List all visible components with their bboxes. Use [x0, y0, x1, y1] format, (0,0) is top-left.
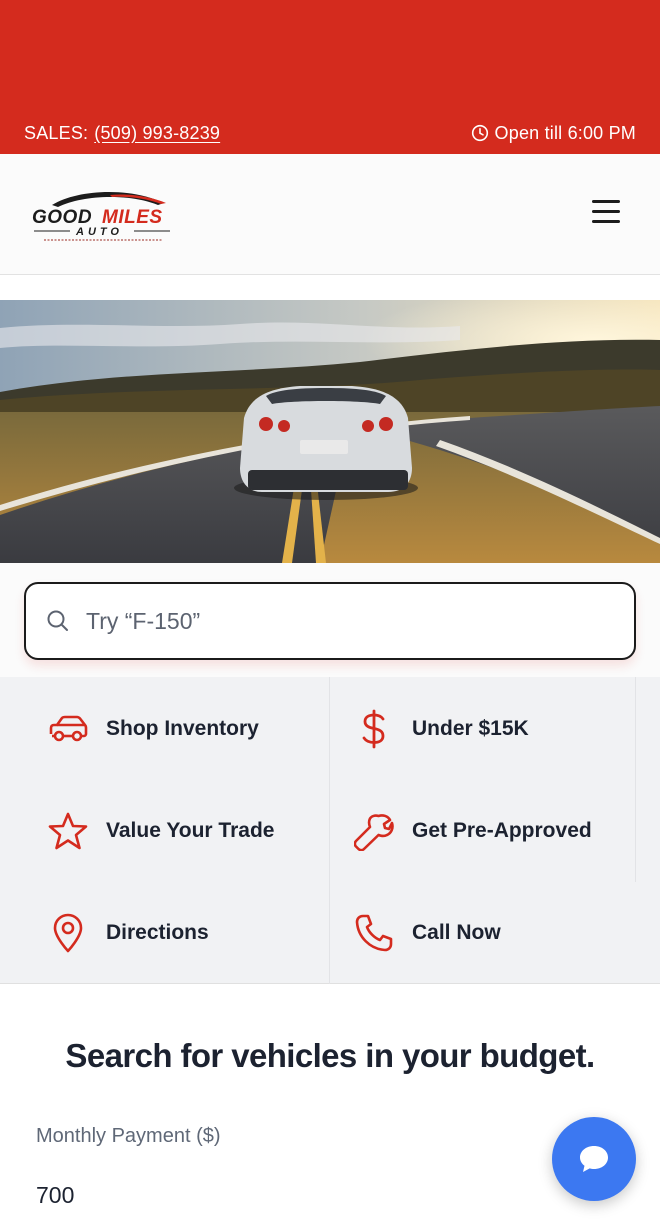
- hamburger-icon: [592, 200, 620, 203]
- phone-icon: [355, 914, 393, 952]
- budget-section-title: Search for vehicles in your budget.: [65, 1037, 595, 1074]
- clock-icon: [471, 124, 488, 142]
- quick-link-value-trade[interactable]: Value Your Trade: [46, 801, 274, 861]
- wrench-icon: [354, 814, 394, 851]
- quick-link-label: Value Your Trade: [106, 819, 275, 842]
- hamburger-icon-line: [592, 220, 620, 223]
- quick-link-directions[interactable]: Directions: [46, 903, 209, 963]
- chat-button[interactable]: [552, 1117, 636, 1201]
- sales-phone-link[interactable]: (509) 993-8239: [94, 123, 220, 144]
- sales-label: SALES:: [24, 122, 89, 143]
- quick-link-label: Get Pre-Approved: [412, 819, 592, 842]
- quick-link-label: Shop Inventory: [106, 717, 259, 740]
- grid-divider-right: [635, 677, 636, 882]
- dollar-icon: [362, 709, 385, 749]
- star-icon: [48, 812, 88, 850]
- quick-link-pre-approved[interactable]: Get Pre-Approved: [352, 801, 592, 861]
- store-hours: Open till 6:00 PM: [471, 123, 636, 144]
- hours-text: Open till 6:00 PM: [494, 122, 636, 143]
- top-bar-row: SALES: (509) 993-8239 Open till 6:00 PM: [24, 121, 636, 145]
- sales-contact: SALES: (509) 993-8239: [24, 123, 220, 144]
- hero-car-photo: [0, 300, 660, 563]
- quick-link-shop-inventory[interactable]: Shop Inventory: [46, 699, 259, 759]
- quick-link-label: Directions: [106, 921, 209, 944]
- search-input[interactable]: [86, 607, 566, 635]
- monthly-payment-label: Monthly Payment ($): [36, 1125, 221, 1147]
- search-box[interactable]: [24, 582, 636, 660]
- hamburger-icon-line: [592, 210, 620, 213]
- quick-link-label: Under $15K: [412, 717, 529, 740]
- grid-divider: [329, 677, 330, 984]
- map-pin-icon: [53, 913, 83, 953]
- svg-text:AUTO: AUTO: [75, 226, 123, 238]
- site-logo[interactable]: GOOD MILES AUTO: [30, 187, 180, 245]
- site-header: GOOD MILES AUTO: [0, 154, 660, 275]
- quick-link-label: Call Now: [412, 921, 501, 944]
- quick-link-under-15k[interactable]: Under $15K: [352, 699, 529, 759]
- svg-text:GOOD: GOOD: [32, 207, 92, 228]
- svg-text:MILES: MILES: [102, 207, 163, 228]
- top-bar: SALES: (509) 993-8239 Open till 6:00 PM: [0, 0, 660, 154]
- search-icon: [47, 610, 68, 631]
- search-section: [0, 563, 660, 677]
- hamburger-menu-button[interactable]: [592, 200, 622, 226]
- hero-image: [0, 300, 660, 563]
- quick-link-call-now[interactable]: Call Now: [352, 903, 501, 963]
- monthly-payment-input[interactable]: [36, 1182, 336, 1209]
- car-icon: [49, 715, 88, 742]
- quick-links-grid: Shop Inventory Under $15K Value Your Tra…: [0, 677, 660, 984]
- chat-bubble-icon: [580, 1146, 608, 1172]
